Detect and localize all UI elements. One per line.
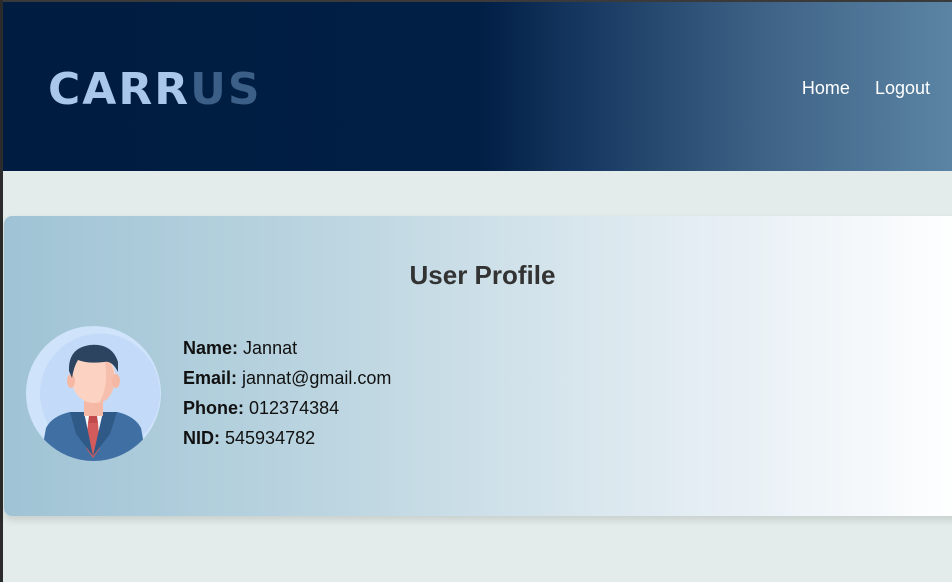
nav-logout-link[interactable]: Logout [875, 77, 930, 99]
profile-info: Name: Jannat Email: jannat@gmail.com Pho… [183, 336, 391, 456]
field-label: Email: [183, 368, 238, 388]
profile-row-nid: NID: 545934782 [183, 426, 391, 456]
main-nav: Home Logout [802, 77, 930, 99]
page-title: User Profile [409, 260, 556, 290]
site-header: CARRUS Home Logout [3, 2, 952, 171]
logo-text-secondary: US [190, 64, 262, 115]
field-label: Name: [183, 338, 239, 358]
profile-row-name: Name: Jannat [183, 336, 391, 366]
field-value: 012374384 [249, 398, 340, 418]
user-avatar-icon [26, 326, 161, 461]
nav-home-link[interactable]: Home [802, 77, 850, 99]
profile-card: User Profile Name: Jannat Email: jannat@… [4, 216, 952, 516]
field-label: Phone: [183, 398, 244, 418]
profile-row-email: Email: jannat@gmail.com [183, 366, 391, 396]
field-value: jannat@gmail.com [242, 368, 392, 388]
field-label: NID: [183, 428, 220, 448]
logo-text-primary: CARR [48, 64, 191, 115]
field-value: 545934782 [225, 428, 316, 448]
brand-logo[interactable]: CARRUS [48, 66, 262, 114]
field-value: Jannat [243, 338, 298, 358]
profile-row-phone: Phone: 012374384 [183, 396, 391, 426]
